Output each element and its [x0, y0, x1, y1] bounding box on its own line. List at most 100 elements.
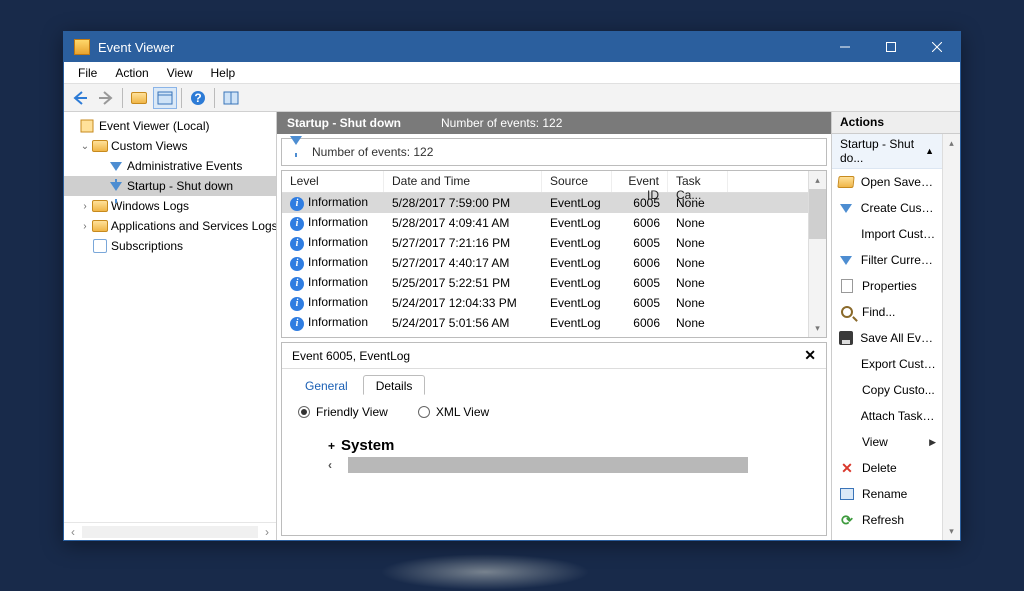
minimize-button[interactable]: [822, 32, 868, 62]
tree-hscroll[interactable]: ‹›: [64, 522, 276, 540]
action-item[interactable]: ⟳Refresh: [832, 507, 942, 533]
refresh-pane-button[interactable]: [219, 87, 243, 109]
table-row[interactable]: iInformation5/25/2017 5:22:51 PMEventLog…: [282, 273, 808, 293]
help-button[interactable]: ?: [186, 87, 210, 109]
action-item[interactable]: Export Custo...: [832, 351, 942, 377]
table-row[interactable]: iInformation5/27/2017 4:40:17 AMEventLog…: [282, 253, 808, 273]
tree-pane: Event Viewer (Local) ⌄ Custom Views Admi…: [64, 112, 277, 540]
action-item[interactable]: Create Custo...: [832, 195, 942, 221]
refresh-icon: ⟳: [838, 512, 856, 528]
info-icon: i: [290, 277, 304, 291]
tab-details[interactable]: Details: [363, 375, 426, 395]
menu-view[interactable]: View: [159, 64, 201, 82]
action-item[interactable]: Open Saved ...: [832, 169, 942, 195]
tree-startup-shutdown[interactable]: Startup - Shut down: [64, 176, 276, 196]
chevron-right-icon[interactable]: ›: [78, 221, 92, 232]
detail-hscroll[interactable]: [348, 457, 748, 473]
chevron-left-icon[interactable]: ‹: [328, 458, 348, 472]
blank-icon: [838, 434, 856, 450]
event-viewer-window: Event Viewer File Action View Help ?: [63, 31, 961, 541]
chevron-down-icon[interactable]: ⌄: [78, 141, 92, 152]
table-row[interactable]: iInformation5/28/2017 7:59:00 PMEventLog…: [282, 193, 808, 213]
col-taskcat[interactable]: Task Ca...: [668, 171, 728, 192]
menu-file[interactable]: File: [70, 64, 105, 82]
svg-text:?: ?: [194, 91, 201, 105]
tree-root[interactable]: Event Viewer (Local): [64, 116, 276, 136]
menu-bar: File Action View Help: [64, 62, 960, 84]
grid-header[interactable]: Level Date and Time Source Event ID Task…: [282, 171, 808, 193]
table-row[interactable]: iInformation5/28/2017 4:09:41 AMEventLog…: [282, 213, 808, 233]
chevron-up-icon: ▲: [925, 146, 934, 156]
detail-close-button[interactable]: ✕: [804, 347, 816, 364]
grid-vscroll[interactable]: ▴▾: [808, 171, 826, 337]
action-item[interactable]: Find...: [832, 299, 942, 325]
info-icon: i: [290, 237, 304, 251]
actions-group[interactable]: Startup - Shut do... ▲: [832, 134, 942, 169]
forward-button[interactable]: [94, 87, 118, 109]
disk-icon: [838, 330, 854, 346]
col-level[interactable]: Level: [282, 171, 384, 192]
detail-tabs: General Details: [282, 369, 826, 395]
col-eventid[interactable]: Event ID: [612, 171, 668, 192]
table-row[interactable]: iInformation5/24/2017 12:04:33 PMEventLo…: [282, 293, 808, 313]
detail-title: Event 6005, EventLog: [292, 349, 410, 363]
blank-icon: [838, 408, 855, 424]
book-icon: [93, 239, 107, 253]
funnel-icon: [110, 182, 122, 191]
info-icon: i: [290, 217, 304, 231]
show-tree-button[interactable]: [127, 87, 151, 109]
radio-friendly-view[interactable]: Friendly View: [298, 405, 388, 419]
back-button[interactable]: [68, 87, 92, 109]
detail-pane: Event 6005, EventLog ✕ General Details F…: [281, 342, 827, 536]
action-item[interactable]: Properties: [832, 273, 942, 299]
funnel-icon: [290, 136, 302, 159]
show-preview-button[interactable]: [153, 87, 177, 109]
app-icon: [74, 39, 90, 55]
action-item[interactable]: Save All Even...: [832, 325, 942, 351]
funnel-icon: [838, 200, 855, 216]
tree-windows-logs[interactable]: › Windows Logs: [64, 196, 276, 216]
action-item[interactable]: Filter Current...: [832, 247, 942, 273]
radio-icon: [298, 406, 310, 418]
blank-icon: [838, 356, 855, 372]
radio-icon: [418, 406, 430, 418]
page-icon: [838, 278, 856, 294]
ren-icon: [838, 486, 856, 502]
menu-action[interactable]: Action: [107, 64, 156, 82]
chevron-right-icon[interactable]: ›: [78, 201, 92, 212]
col-source[interactable]: Source: [542, 171, 612, 192]
info-icon: i: [290, 197, 304, 211]
action-item[interactable]: Copy Custo...: [832, 377, 942, 403]
actions-vscroll[interactable]: ▴▾: [942, 134, 960, 540]
x-icon: ✕: [838, 460, 856, 476]
radio-xml-view[interactable]: XML View: [418, 405, 489, 419]
action-item[interactable]: Import Custo...: [832, 221, 942, 247]
maximize-button[interactable]: [868, 32, 914, 62]
tree-custom-views[interactable]: ⌄ Custom Views: [64, 136, 276, 156]
tree[interactable]: Event Viewer (Local) ⌄ Custom Views Admi…: [64, 112, 276, 522]
table-row[interactable]: iInformation5/27/2017 7:21:16 PMEventLog…: [282, 233, 808, 253]
tree-app-services-logs[interactable]: › Applications and Services Logs: [64, 216, 276, 236]
folder-open-icon: [838, 174, 855, 190]
action-item[interactable]: View▶: [832, 429, 942, 455]
system-expander[interactable]: + System: [328, 437, 810, 454]
funnel-icon: [110, 162, 122, 171]
action-item[interactable]: Attach Task T...: [832, 403, 942, 429]
window-title: Event Viewer: [98, 40, 822, 55]
col-date[interactable]: Date and Time: [384, 171, 542, 192]
menu-help[interactable]: Help: [203, 64, 244, 82]
action-item[interactable]: ✕Delete: [832, 455, 942, 481]
tree-root-label: Event Viewer (Local): [99, 119, 210, 133]
title-bar[interactable]: Event Viewer: [64, 32, 960, 62]
tree-subscriptions[interactable]: Subscriptions: [64, 236, 276, 256]
info-icon: i: [290, 297, 304, 311]
tab-general[interactable]: General: [292, 375, 361, 395]
close-button[interactable]: [914, 32, 960, 62]
tree-admin-events[interactable]: Administrative Events: [64, 156, 276, 176]
action-item[interactable]: Rename: [832, 481, 942, 507]
blank-icon: [838, 226, 855, 242]
table-row[interactable]: iInformation5/24/2017 5:01:56 AMEventLog…: [282, 313, 808, 333]
filter-bar[interactable]: Number of events: 122: [281, 138, 827, 166]
event-grid: Level Date and Time Source Event ID Task…: [281, 170, 827, 338]
actions-heading: Actions: [832, 112, 960, 134]
